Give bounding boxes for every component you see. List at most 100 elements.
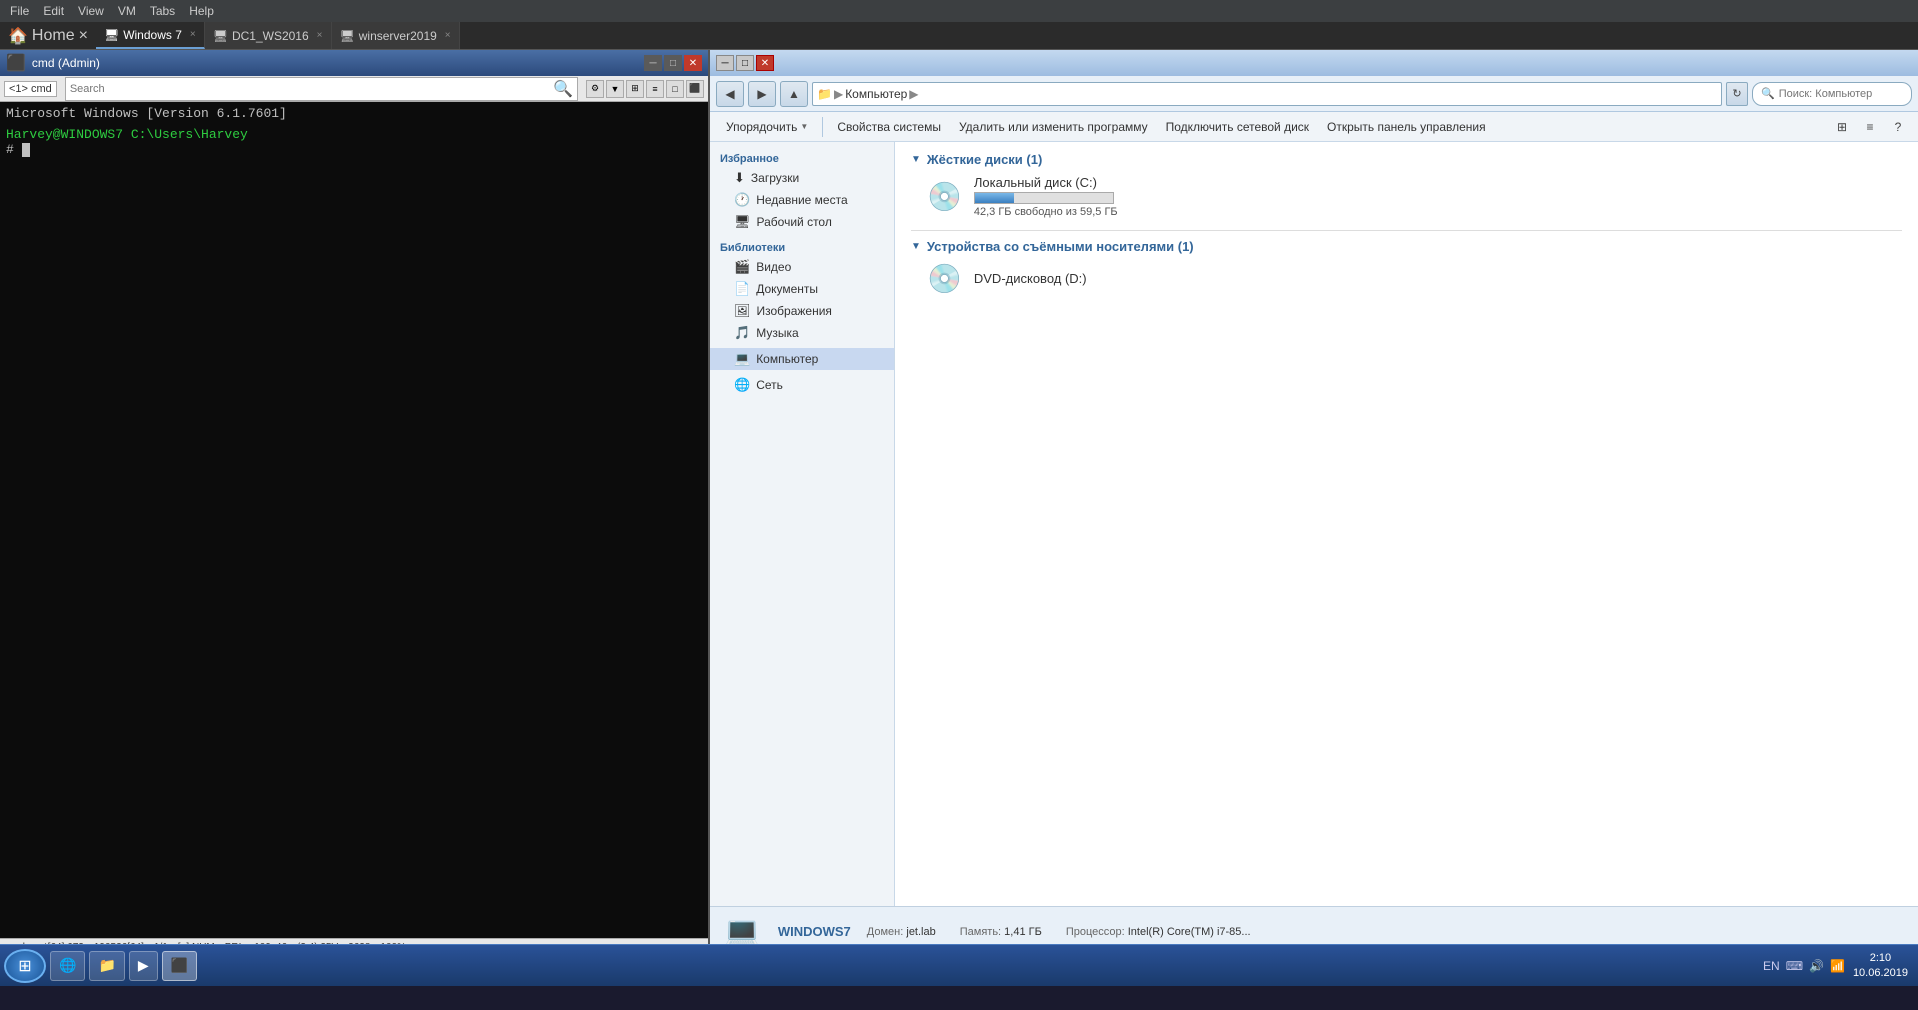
help-button[interactable]: ? [1886,115,1910,139]
system-properties-button[interactable]: Свойства системы [829,117,949,137]
sidebar-network-section: 🌐 Сеть [710,374,894,396]
sidebar-item-music-label: Музыка [756,326,798,340]
drive-c-name[interactable]: Локальный диск (C:) [974,175,1118,190]
folder-icon: 📁 [817,87,832,101]
explorer-maximize-button[interactable]: □ [736,55,754,71]
explorer-body: Избранное ⬇ Загрузки 🕐 Недавние места 🖥 … [710,142,1918,906]
tab-win7[interactable]: 🖥 Windows 7 × [96,22,205,49]
memory-label: Память: [960,926,1001,938]
tab-home-label: Home [32,27,75,45]
taskbar-cmd-button[interactable]: ⬛ [162,951,197,981]
cmd-toolbar-icon-2[interactable]: ▼ [606,80,624,98]
drives-separator [911,230,1902,231]
cmd-tab-label: <1> cmd [4,81,57,97]
network-tray-icon[interactable]: 📶 [1830,959,1845,973]
cmd-taskbar-icon: ⬛ [171,957,188,974]
clock[interactable]: 2:10 10.06.2019 [1853,951,1908,980]
menu-file[interactable]: File [4,2,35,20]
menu-tabs[interactable]: Tabs [144,2,181,20]
main-area: ⬛ cmd (Admin) ─ □ ✕ <1> cmd 🔍 ⚙ ▼ ⊞ ≡ □ … [0,50,1918,956]
sidebar-item-video[interactable]: 🎬 Видео [710,256,894,278]
drive-c-icon: 💿 [927,180,962,213]
cmd-toolbar-icon-6[interactable]: ⬛ [686,80,704,98]
organize-button[interactable]: Упорядочить ▼ [718,117,816,137]
explorer-minimize-button[interactable]: ─ [716,55,734,71]
sidebar-libraries-section: Библиотеки 🎬 Видео 📄 Документы 🖼 Изображ… [710,237,894,344]
tab-dc1-close[interactable]: × [317,30,323,41]
tab-dc1[interactable]: 🖥 DC1_WS2016 × [205,22,332,49]
view-list-button[interactable]: ≡ [1858,115,1882,139]
sidebar-item-images[interactable]: 🖼 Изображения [710,300,894,322]
tab-winserver-label: winserver2019 [359,29,437,43]
forward-button[interactable]: ▶ [748,81,776,107]
cmd-toolbar-icon-5[interactable]: □ [666,80,684,98]
tab-home[interactable]: 🏠 Home × [0,22,96,49]
taskbar-ie-button[interactable]: 🌐 [50,951,85,981]
sidebar-item-downloads-label: Загрузки [751,171,799,185]
address-bar[interactable]: 📁 ▶ Компьютер ▶ [812,82,1722,106]
map-drive-button[interactable]: Подключить сетевой диск [1158,117,1317,137]
sidebar-item-recent-label: Недавние места [756,193,847,207]
search-input[interactable] [1779,88,1918,100]
cmd-maximize-button[interactable]: □ [664,55,682,71]
hard-drives-expand-icon[interactable]: ▼ [911,154,921,165]
taskbar-media-button[interactable]: ▶ [129,951,158,981]
menu-help[interactable]: Help [183,2,220,20]
cmd-prompt: Harvey@WINDOWS7 C:\Users\Harvey [6,127,702,142]
uninstall-button[interactable]: Удалить или изменить программу [951,117,1156,137]
tab-home-close[interactable]: × [79,27,88,45]
menu-vm[interactable]: VM [112,2,142,20]
start-button[interactable]: ⊞ [4,949,46,983]
search-icon: 🔍 [1761,87,1775,100]
removable-expand-icon[interactable]: ▼ [911,241,921,252]
lang-indicator[interactable]: EN [1763,959,1780,973]
drive-c-info: Локальный диск (C:) 42,3 ГБ свободно из … [974,175,1118,218]
cmd-content[interactable]: Microsoft Windows [Version 6.1.7601] Har… [0,102,708,938]
cmd-close-button[interactable]: ✕ [684,55,702,71]
hard-drives-header: ▼ Жёсткие диски (1) [911,152,1902,167]
toolbar-separator-1 [822,117,823,137]
cmd-search-input[interactable] [70,83,553,95]
cmd-toolbar-icon-3[interactable]: ⊞ [626,80,644,98]
sidebar-item-computer[interactable]: 💻 Компьютер [710,348,894,370]
processor-label: Процессор: [1066,926,1125,938]
tab-winserver-icon: 🖥 [340,29,355,43]
sidebar-item-desktop[interactable]: 🖥 Рабочий стол [710,211,894,233]
tab-win7-close[interactable]: × [190,29,196,40]
breadcrumb-computer[interactable]: Компьютер [845,87,907,101]
dvd-icon: 💿 [927,262,962,295]
tab-winserver-close[interactable]: × [445,30,451,41]
downloads-icon: ⬇ [734,170,745,186]
sidebar-item-documents[interactable]: 📄 Документы [710,278,894,300]
cmd-window: ⬛ cmd (Admin) ─ □ ✕ <1> cmd 🔍 ⚙ ▼ ⊞ ≡ □ … [0,50,710,956]
up-button[interactable]: ▲ [780,81,808,107]
explorer-main: ▼ Жёсткие диски (1) 💿 Локальный диск (C:… [895,142,1918,906]
view-details-button[interactable]: ⊞ [1830,115,1854,139]
explorer-close-button[interactable]: ✕ [756,55,774,71]
back-button[interactable]: ◀ [716,81,744,107]
cmd-search-bar[interactable]: 🔍 [65,77,578,101]
domain-info: Домен: jet.lab [867,926,936,938]
address-refresh-button[interactable]: ↻ [1726,82,1748,106]
menu-edit[interactable]: Edit [37,2,70,20]
sidebar-item-network[interactable]: 🌐 Сеть [710,374,894,396]
sidebar-item-music[interactable]: 🎵 Музыка [710,322,894,344]
music-icon: 🎵 [734,325,750,341]
sidebar-item-recent[interactable]: 🕐 Недавние места [710,189,894,211]
cmd-toolbar-icon-1[interactable]: ⚙ [586,80,604,98]
cmd-minimize-button[interactable]: ─ [644,55,662,71]
cmd-toolbar-icon-4[interactable]: ≡ [646,80,664,98]
sidebar-item-downloads[interactable]: ⬇ Загрузки [710,167,894,189]
volume-icon[interactable]: 🔊 [1809,959,1824,973]
clock-date: 10.06.2019 [1853,966,1908,980]
toolbar-right: ⊞ ≡ ? [1830,115,1910,139]
search-bar[interactable]: 🔍 [1752,82,1912,106]
menu-view[interactable]: View [72,2,110,20]
control-panel-button[interactable]: Открыть панель управления [1319,117,1494,137]
tab-winserver[interactable]: 🖥 winserver2019 × [332,22,460,49]
dvd-name[interactable]: DVD-дисковод (D:) [974,271,1087,286]
computer-info-columns: Домен: jet.lab Память: 1,41 ГБ Процессор… [867,926,1251,938]
sidebar-item-network-label: Сеть [756,378,783,392]
taskbar-explorer-button[interactable]: 📁 [89,951,124,981]
tab-dc1-icon: 🖥 [213,29,228,43]
